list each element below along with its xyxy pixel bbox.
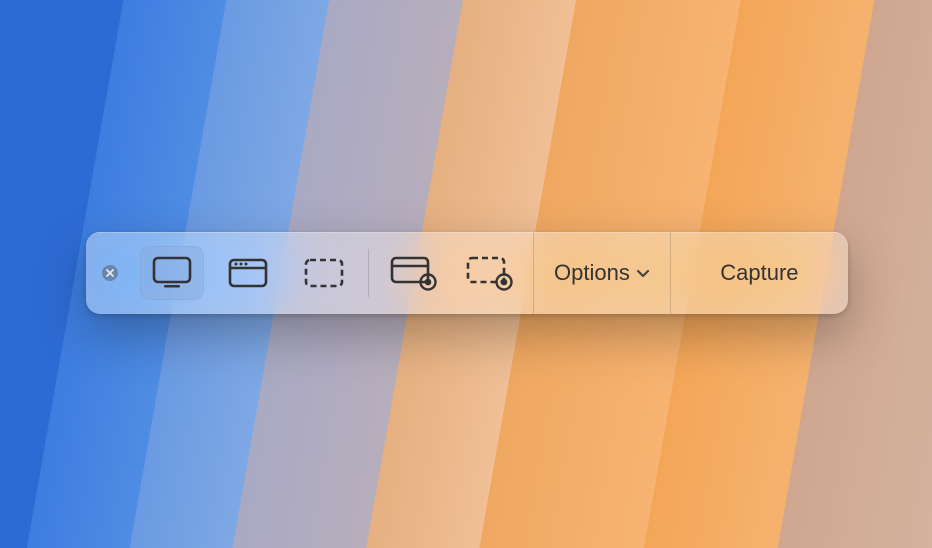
options-dropdown[interactable]: Options <box>533 232 670 314</box>
record-entire-screen-button[interactable] <box>381 246 445 300</box>
screenshot-toolbar: Options Capture <box>86 232 848 314</box>
capture-label: Capture <box>720 260 798 286</box>
record-selection-icon <box>464 254 514 292</box>
record-mode-group <box>369 246 533 300</box>
screen-full-icon <box>150 255 194 291</box>
close-icon <box>102 265 118 281</box>
window-icon <box>226 256 270 290</box>
capture-button[interactable]: Capture <box>670 232 848 314</box>
record-screen-icon <box>388 254 438 292</box>
capture-selected-portion-button[interactable] <box>292 246 356 300</box>
chevron-down-icon <box>636 269 650 279</box>
close-button[interactable] <box>92 265 128 281</box>
capture-selected-window-button[interactable] <box>216 246 280 300</box>
options-label: Options <box>554 260 630 286</box>
capture-entire-screen-button[interactable] <box>140 246 204 300</box>
selection-icon <box>302 256 346 290</box>
record-selected-portion-button[interactable] <box>457 246 521 300</box>
screenshot-mode-group <box>128 246 368 300</box>
